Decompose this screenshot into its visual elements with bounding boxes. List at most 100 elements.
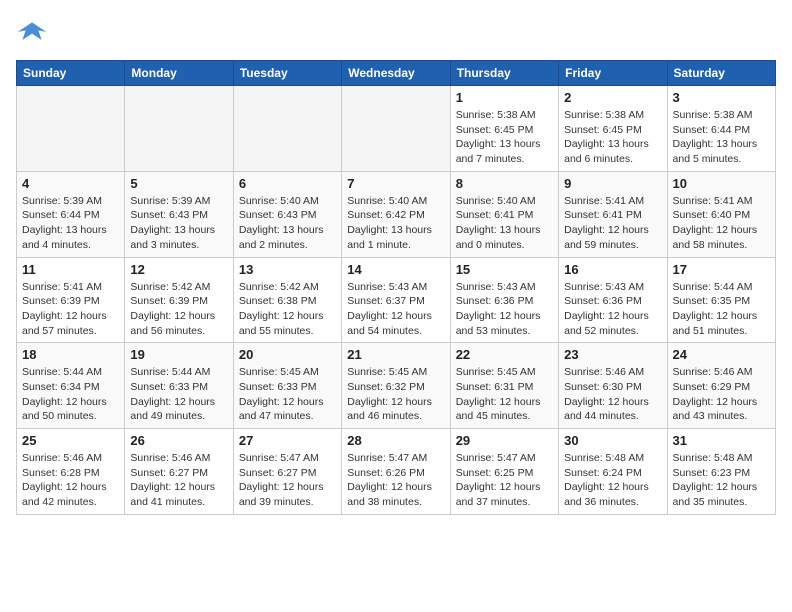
- day-number: 24: [673, 347, 770, 362]
- day-number: 11: [22, 262, 119, 277]
- day-info: Sunrise: 5:46 AMSunset: 6:27 PMDaylight:…: [130, 451, 227, 510]
- calendar-cell: 13 Sunrise: 5:42 AMSunset: 6:38 PMDayligh…: [233, 257, 341, 343]
- calendar-cell: 21 Sunrise: 5:45 AMSunset: 6:32 PMDayligh…: [342, 343, 450, 429]
- calendar-cell: 31 Sunrise: 5:48 AMSunset: 6:23 PMDayligh…: [667, 429, 775, 515]
- day-number: 25: [22, 433, 119, 448]
- column-header-saturday: Saturday: [667, 61, 775, 86]
- calendar-cell: 10 Sunrise: 5:41 AMSunset: 6:40 PMDayligh…: [667, 171, 775, 257]
- calendar-cell: 30 Sunrise: 5:48 AMSunset: 6:24 PMDayligh…: [559, 429, 667, 515]
- calendar-cell: [233, 86, 341, 172]
- day-number: 30: [564, 433, 661, 448]
- calendar-cell: 19Sunrise: 5:44 AMSunset: 6:33 PMDayligh…: [125, 343, 233, 429]
- day-number: 1: [456, 90, 553, 105]
- day-number: 4: [22, 176, 119, 191]
- day-info: Sunrise: 5:41 AMSunset: 6:41 PMDaylight:…: [564, 194, 661, 253]
- day-number: 5: [130, 176, 227, 191]
- day-info: Sunrise: 5:44 AMSunset: 6:35 PMDaylight:…: [673, 280, 770, 339]
- header: [16, 16, 776, 48]
- calendar-cell: 23 Sunrise: 5:46 AMSunset: 6:30 PMDayligh…: [559, 343, 667, 429]
- calendar-week-2: 4 Sunrise: 5:39 AMSunset: 6:44 PMDaylight…: [17, 171, 776, 257]
- calendar-cell: 17 Sunrise: 5:44 AMSunset: 6:35 PMDayligh…: [667, 257, 775, 343]
- day-info: Sunrise: 5:48 AMSunset: 6:23 PMDaylight:…: [673, 451, 770, 510]
- calendar-cell: 5 Sunrise: 5:39 AMSunset: 6:43 PMDaylight…: [125, 171, 233, 257]
- day-number: 21: [347, 347, 444, 362]
- calendar-cell: 18Sunrise: 5:44 AMSunset: 6:34 PMDayligh…: [17, 343, 125, 429]
- column-header-monday: Monday: [125, 61, 233, 86]
- day-number: 31: [673, 433, 770, 448]
- day-info: Sunrise: 5:44 AMSunset: 6:34 PMDaylight:…: [22, 365, 119, 424]
- calendar-cell: 9 Sunrise: 5:41 AMSunset: 6:41 PMDaylight…: [559, 171, 667, 257]
- day-info: Sunrise: 5:45 AMSunset: 6:32 PMDaylight:…: [347, 365, 444, 424]
- calendar-cell: 8 Sunrise: 5:40 AMSunset: 6:41 PMDaylight…: [450, 171, 558, 257]
- day-number: 22: [456, 347, 553, 362]
- calendar-week-4: 18Sunrise: 5:44 AMSunset: 6:34 PMDayligh…: [17, 343, 776, 429]
- day-info: Sunrise: 5:47 AMSunset: 6:26 PMDaylight:…: [347, 451, 444, 510]
- day-number: 3: [673, 90, 770, 105]
- calendar-cell: 2 Sunrise: 5:38 AMSunset: 6:45 PMDaylight…: [559, 86, 667, 172]
- calendar-cell: [17, 86, 125, 172]
- day-number: 2: [564, 90, 661, 105]
- calendar-cell: 27 Sunrise: 5:47 AMSunset: 6:27 PMDayligh…: [233, 429, 341, 515]
- day-info: Sunrise: 5:47 AMSunset: 6:25 PMDaylight:…: [456, 451, 553, 510]
- calendar-cell: 16 Sunrise: 5:43 AMSunset: 6:36 PMDayligh…: [559, 257, 667, 343]
- day-number: 15: [456, 262, 553, 277]
- calendar-cell: 28 Sunrise: 5:47 AMSunset: 6:26 PMDayligh…: [342, 429, 450, 515]
- column-header-tuesday: Tuesday: [233, 61, 341, 86]
- day-number: 23: [564, 347, 661, 362]
- day-number: 17: [673, 262, 770, 277]
- day-info: Sunrise: 5:39 AMSunset: 6:43 PMDaylight:…: [130, 194, 227, 253]
- day-number: 12: [130, 262, 227, 277]
- calendar-cell: 4 Sunrise: 5:39 AMSunset: 6:44 PMDaylight…: [17, 171, 125, 257]
- calendar-cell: 14Sunrise: 5:43 AMSunset: 6:37 PMDayligh…: [342, 257, 450, 343]
- calendar-week-3: 11Sunrise: 5:41 AMSunset: 6:39 PMDayligh…: [17, 257, 776, 343]
- calendar-cell: 15Sunrise: 5:43 AMSunset: 6:36 PMDayligh…: [450, 257, 558, 343]
- day-info: Sunrise: 5:41 AMSunset: 6:40 PMDaylight:…: [673, 194, 770, 253]
- calendar-cell: 29Sunrise: 5:47 AMSunset: 6:25 PMDayligh…: [450, 429, 558, 515]
- logo: [16, 16, 52, 48]
- calendar-week-5: 25 Sunrise: 5:46 AMSunset: 6:28 PMDayligh…: [17, 429, 776, 515]
- column-header-sunday: Sunday: [17, 61, 125, 86]
- day-info: Sunrise: 5:40 AMSunset: 6:41 PMDaylight:…: [456, 194, 553, 253]
- day-number: 28: [347, 433, 444, 448]
- day-info: Sunrise: 5:46 AMSunset: 6:30 PMDaylight:…: [564, 365, 661, 424]
- day-number: 27: [239, 433, 336, 448]
- logo-icon: [16, 16, 48, 48]
- day-info: Sunrise: 5:43 AMSunset: 6:36 PMDaylight:…: [564, 280, 661, 339]
- day-info: Sunrise: 5:42 AMSunset: 6:39 PMDaylight:…: [130, 280, 227, 339]
- calendar-week-1: 1 Sunrise: 5:38 AMSunset: 6:45 PMDaylight…: [17, 86, 776, 172]
- day-info: Sunrise: 5:40 AMSunset: 6:42 PMDaylight:…: [347, 194, 444, 253]
- calendar-cell: 7 Sunrise: 5:40 AMSunset: 6:42 PMDaylight…: [342, 171, 450, 257]
- day-info: Sunrise: 5:38 AMSunset: 6:45 PMDaylight:…: [456, 108, 553, 167]
- day-info: Sunrise: 5:46 AMSunset: 6:29 PMDaylight:…: [673, 365, 770, 424]
- day-info: Sunrise: 5:38 AMSunset: 6:45 PMDaylight:…: [564, 108, 661, 167]
- calendar-cell: 20 Sunrise: 5:45 AMSunset: 6:33 PMDayligh…: [233, 343, 341, 429]
- day-number: 20: [239, 347, 336, 362]
- calendar-cell: 6Sunrise: 5:40 AMSunset: 6:43 PMDaylight…: [233, 171, 341, 257]
- column-header-wednesday: Wednesday: [342, 61, 450, 86]
- day-info: Sunrise: 5:44 AMSunset: 6:33 PMDaylight:…: [130, 365, 227, 424]
- day-info: Sunrise: 5:45 AMSunset: 6:33 PMDaylight:…: [239, 365, 336, 424]
- day-number: 7: [347, 176, 444, 191]
- calendar-cell: 3Sunrise: 5:38 AMSunset: 6:44 PMDaylight…: [667, 86, 775, 172]
- calendar-cell: [125, 86, 233, 172]
- calendar: SundayMondayTuesdayWednesdayThursdayFrid…: [16, 60, 776, 515]
- day-number: 16: [564, 262, 661, 277]
- day-number: 13: [239, 262, 336, 277]
- calendar-cell: 12 Sunrise: 5:42 AMSunset: 6:39 PMDayligh…: [125, 257, 233, 343]
- day-number: 9: [564, 176, 661, 191]
- day-number: 26: [130, 433, 227, 448]
- calendar-cell: 11Sunrise: 5:41 AMSunset: 6:39 PMDayligh…: [17, 257, 125, 343]
- day-info: Sunrise: 5:46 AMSunset: 6:28 PMDaylight:…: [22, 451, 119, 510]
- day-info: Sunrise: 5:47 AMSunset: 6:27 PMDaylight:…: [239, 451, 336, 510]
- day-number: 10: [673, 176, 770, 191]
- column-header-friday: Friday: [559, 61, 667, 86]
- day-number: 8: [456, 176, 553, 191]
- day-info: Sunrise: 5:42 AMSunset: 6:38 PMDaylight:…: [239, 280, 336, 339]
- day-info: Sunrise: 5:45 AMSunset: 6:31 PMDaylight:…: [456, 365, 553, 424]
- day-info: Sunrise: 5:39 AMSunset: 6:44 PMDaylight:…: [22, 194, 119, 253]
- day-info: Sunrise: 5:40 AMSunset: 6:43 PMDaylight:…: [239, 194, 336, 253]
- calendar-header-row: SundayMondayTuesdayWednesdayThursdayFrid…: [17, 61, 776, 86]
- day-info: Sunrise: 5:48 AMSunset: 6:24 PMDaylight:…: [564, 451, 661, 510]
- calendar-cell: 25 Sunrise: 5:46 AMSunset: 6:28 PMDayligh…: [17, 429, 125, 515]
- day-info: Sunrise: 5:43 AMSunset: 6:37 PMDaylight:…: [347, 280, 444, 339]
